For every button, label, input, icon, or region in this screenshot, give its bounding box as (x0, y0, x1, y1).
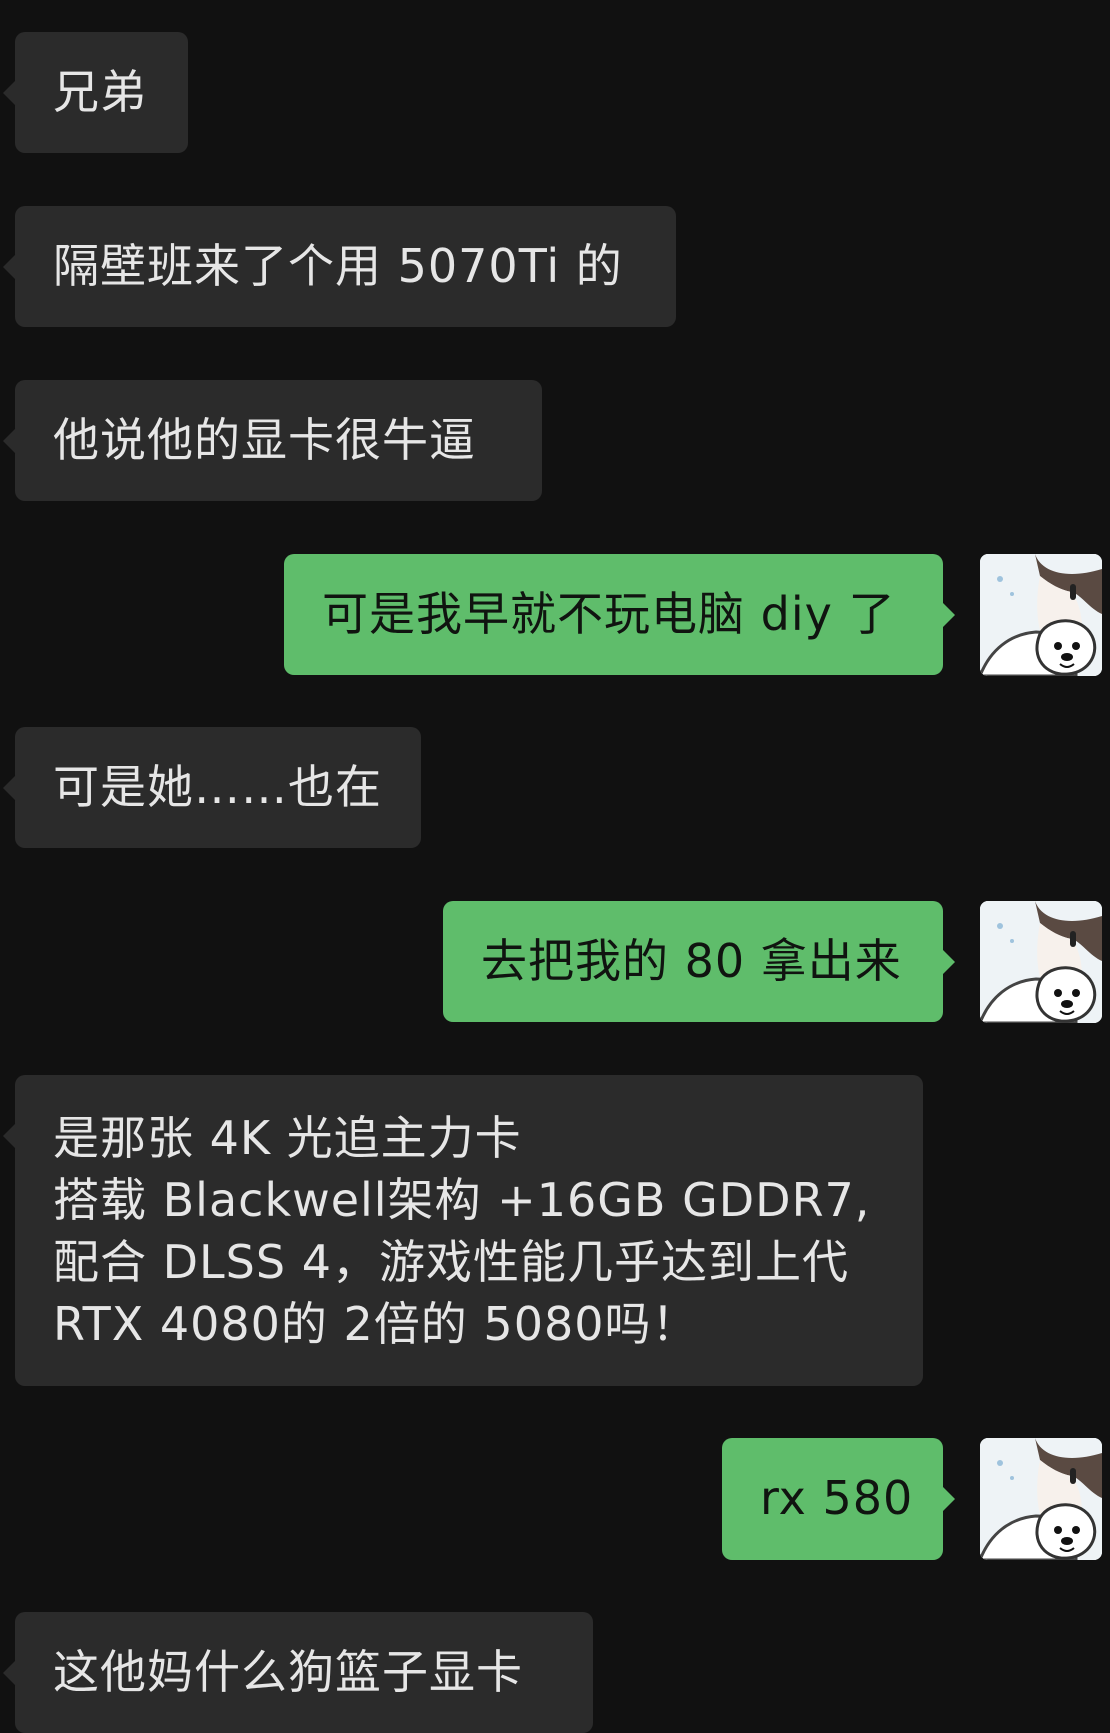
message-text: 兄弟 (53, 65, 147, 119)
outgoing-message-bubble[interactable]: rx 580 (722, 1438, 955, 1560)
message-text: 可是她……也在 (53, 760, 382, 814)
incoming-message-bubble[interactable]: 这他妈什么狗篮子显卡 (3, 1612, 593, 1733)
message-text: 他说他的显卡很牛逼 (53, 413, 476, 467)
message-text: rx 580 (760, 1471, 914, 1525)
cartoon-avatar-icon (980, 554, 1102, 676)
message-text-line: 是那张 4K 光追主力卡 (53, 1111, 522, 1165)
incoming-message-bubble[interactable]: 兄弟 (3, 32, 188, 153)
incoming-message-bubble[interactable]: 可是她……也在 (3, 727, 421, 848)
incoming-message-bubble[interactable]: 他说他的显卡很牛逼 (3, 380, 542, 501)
cartoon-avatar-icon (980, 1438, 1102, 1560)
chat-area: 兄弟 隔壁班来了个用 5070Ti 的 他说他的显卡很牛逼 可是我早就不玩电脑 … (0, 0, 1110, 1733)
incoming-message-bubble[interactable]: 是那张 4K 光追主力卡 搭载 Blackwell架构 +16GB GDDR7,… (3, 1075, 923, 1386)
incoming-message-bubble[interactable]: 隔壁班来了个用 5070Ti 的 (3, 206, 676, 327)
message-text-line: 搭载 Blackwell架构 +16GB GDDR7, (53, 1173, 871, 1227)
message-text-line: 配合 DLSS 4，游戏性能几乎达到上代 (53, 1235, 849, 1289)
user-avatar[interactable] (980, 1438, 1102, 1560)
message-text: 隔壁班来了个用 5070Ti 的 (53, 239, 623, 293)
message-text: 去把我的 80 拿出来 (481, 934, 902, 988)
user-avatar[interactable] (980, 901, 1102, 1023)
message-text-line: RTX 4080的 2倍的 5080吗！ (53, 1297, 699, 1351)
message-text: 这他妈什么狗篮子显卡 (53, 1645, 523, 1699)
outgoing-message-bubble[interactable]: 可是我早就不玩电脑 diy 了 (284, 554, 955, 675)
message-text: 可是我早就不玩电脑 diy 了 (322, 587, 896, 641)
user-avatar[interactable] (980, 554, 1102, 676)
outgoing-message-bubble[interactable]: 去把我的 80 拿出来 (443, 901, 955, 1022)
cartoon-avatar-icon (980, 901, 1102, 1023)
